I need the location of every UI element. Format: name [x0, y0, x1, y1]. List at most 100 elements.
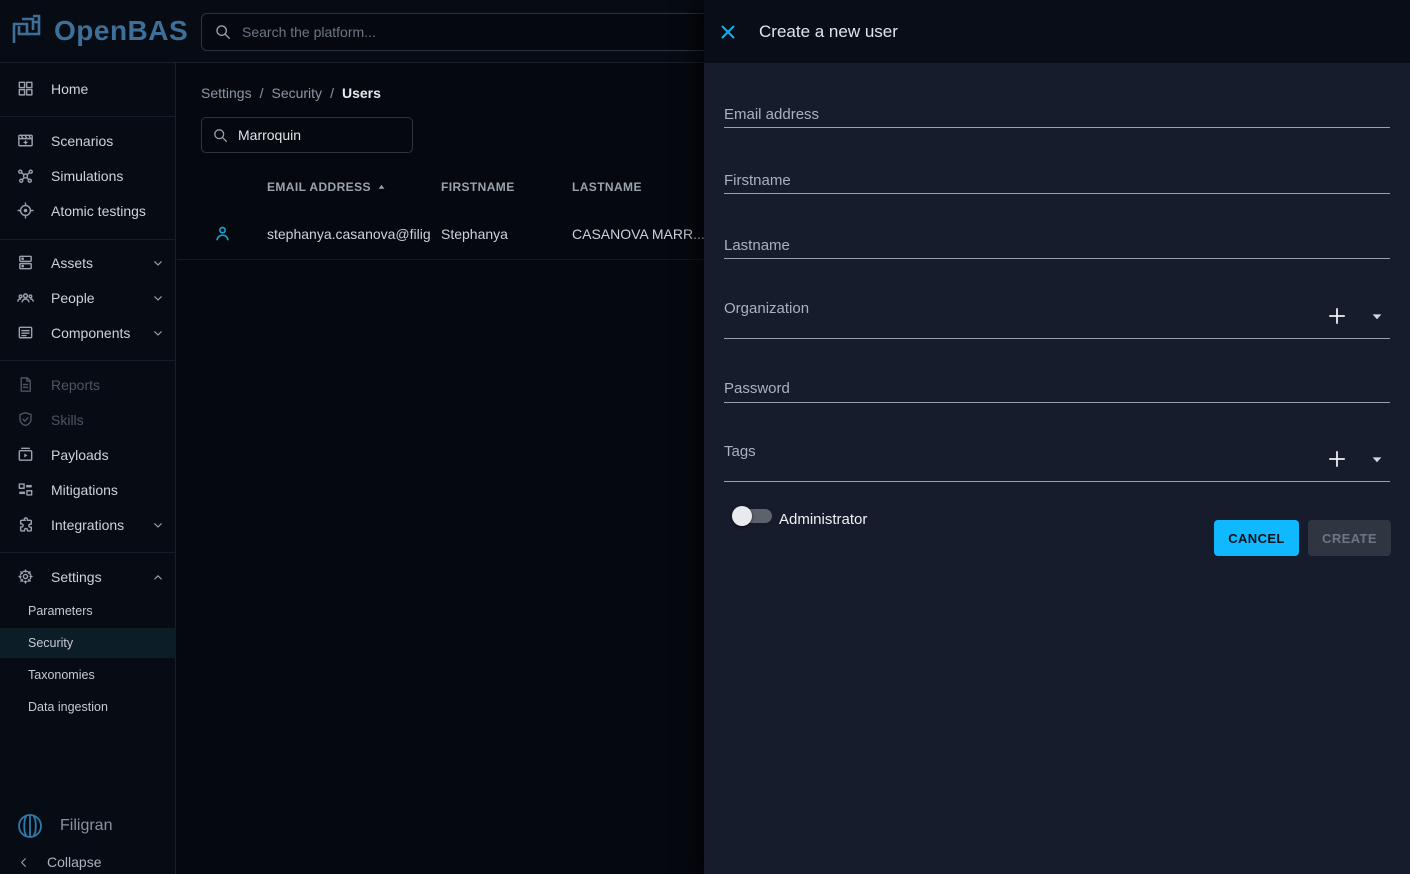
sidebar-item-simulations[interactable]: Simulations	[0, 158, 176, 193]
sidebar-item-atomic-testings[interactable]: Atomic testings	[0, 193, 176, 228]
sidebar-subitem-security[interactable]: Security	[0, 628, 176, 658]
firstname-field-underline	[724, 193, 1390, 194]
chevron-down-icon[interactable]	[150, 517, 166, 533]
feed-icon	[16, 480, 35, 499]
add-icon[interactable]	[1326, 448, 1348, 470]
users-search-input[interactable]	[238, 127, 402, 143]
sidebar-item-people[interactable]: People	[0, 280, 176, 315]
target-icon	[16, 201, 35, 220]
chevron-down-icon[interactable]	[150, 255, 166, 271]
search-icon	[212, 127, 229, 144]
sidebar-divider	[0, 360, 176, 361]
sidebar-item-integrations[interactable]: Integrations	[0, 507, 176, 542]
subitem-label: Parameters	[28, 604, 93, 618]
breadcrumb: Settings / Security / Users	[201, 85, 381, 101]
payload-icon	[16, 445, 35, 464]
dropdown-arrow-icon[interactable]	[1366, 305, 1388, 327]
breadcrumb-users: Users	[342, 85, 381, 101]
lastname-field[interactable]: Lastname	[724, 237, 790, 254]
sidebar-item-label: Mitigations	[51, 482, 118, 498]
drawer-title: Create a new user	[759, 22, 898, 42]
toggle-thumb	[732, 506, 752, 526]
sidebar-subitem-parameters[interactable]: Parameters	[0, 596, 176, 626]
sidebar-item-label: Components	[51, 325, 130, 341]
organization-field[interactable]: Organization	[724, 300, 809, 317]
openbas-app: OpenBAS Home Scenarios S	[0, 0, 1410, 874]
administrator-toggle[interactable]	[738, 509, 772, 523]
sidebar-subitem-data-ingestion[interactable]: Data ingestion	[0, 692, 176, 722]
chevron-down-icon[interactable]	[150, 325, 166, 341]
sidebar-item-home[interactable]: Home	[0, 71, 176, 106]
users-search[interactable]	[201, 117, 413, 153]
tags-field-underline	[724, 481, 1390, 482]
tags-field[interactable]: Tags	[724, 443, 756, 460]
sidebar-item-label: Assets	[51, 255, 93, 271]
sidebar-item-label: Reports	[51, 377, 100, 393]
sidebar-item-label: Skills	[51, 412, 84, 428]
firstname-field[interactable]: Firstname	[724, 172, 791, 189]
close-icon[interactable]	[718, 22, 738, 42]
subitem-label: Security	[28, 636, 73, 650]
create-user-drawer: Create a new user Email address Firstnam…	[704, 0, 1410, 874]
column-header-email[interactable]: EMAIL ADDRESS	[267, 177, 388, 197]
puzzle-icon	[16, 515, 35, 534]
breadcrumb-settings[interactable]: Settings	[201, 85, 252, 101]
search-icon	[214, 23, 232, 41]
chevron-up-icon[interactable]	[150, 569, 166, 585]
tags-field-actions	[1326, 448, 1388, 470]
sidebar-item-components[interactable]: Components	[0, 315, 176, 350]
column-header-firstname[interactable]: FIRSTNAME	[441, 177, 515, 197]
sidebar-item-skills: Skills	[0, 402, 176, 437]
sidebar-item-label: Simulations	[51, 168, 123, 184]
servers-icon	[16, 253, 35, 272]
gear-icon	[16, 567, 35, 586]
organization-field-actions	[1326, 305, 1388, 327]
openbas-logo-icon	[8, 10, 50, 52]
sidebar-item-label: Integrations	[51, 517, 124, 533]
shield-check-icon	[16, 410, 35, 429]
sidebar-item-label: Scenarios	[51, 133, 113, 149]
filigran-link[interactable]: Filigran	[0, 808, 176, 844]
sidebar: Home Scenarios Simulations Atomic testin…	[0, 63, 176, 874]
cell-firstname: Stephanya	[441, 226, 508, 242]
sidebar-item-label: Atomic testings	[51, 203, 146, 219]
administrator-label: Administrator	[779, 511, 867, 528]
lastname-field-underline	[724, 258, 1390, 259]
sidebar-divider	[0, 116, 176, 117]
cell-lastname: CASANOVA MARR...	[572, 226, 705, 242]
breadcrumb-security[interactable]: Security	[271, 85, 322, 101]
create-button[interactable]: CREATE	[1308, 520, 1391, 556]
people-icon	[16, 288, 35, 307]
subitem-label: Data ingestion	[28, 700, 108, 714]
collapse-button[interactable]: Collapse	[0, 846, 176, 874]
email-field[interactable]: Email address	[724, 106, 819, 123]
chevron-down-icon[interactable]	[150, 290, 166, 306]
platform-search[interactable]	[201, 13, 721, 51]
sidebar-item-payloads[interactable]: Payloads	[0, 437, 176, 472]
sidebar-subitem-taxonomies[interactable]: Taxonomies	[0, 660, 176, 690]
newspaper-icon	[16, 323, 35, 342]
sidebar-item-scenarios[interactable]: Scenarios	[0, 123, 176, 158]
sidebar-item-reports: Reports	[0, 367, 176, 402]
column-header-lastname[interactable]: LASTNAME	[572, 177, 642, 197]
organization-field-underline	[724, 338, 1390, 339]
subitem-label: Taxonomies	[28, 668, 95, 682]
sidebar-item-settings[interactable]: Settings	[0, 559, 176, 594]
sort-asc-icon	[375, 181, 388, 194]
platform-search-input[interactable]	[242, 24, 708, 40]
sidebar-item-assets[interactable]: Assets	[0, 245, 176, 280]
hub-icon	[16, 166, 35, 185]
drawer-header: Create a new user	[704, 0, 1410, 63]
email-field-underline	[724, 127, 1390, 128]
breadcrumb-separator: /	[260, 85, 264, 101]
openbas-logo[interactable]: OpenBAS	[8, 8, 188, 54]
dropdown-arrow-icon[interactable]	[1366, 448, 1388, 470]
filigran-label: Filigran	[60, 817, 112, 835]
chevron-left-icon	[16, 855, 31, 870]
password-field[interactable]: Password	[724, 380, 790, 397]
sidebar-item-label: People	[51, 290, 95, 306]
sidebar-item-mitigations[interactable]: Mitigations	[0, 472, 176, 507]
sidebar-item-label: Payloads	[51, 447, 109, 463]
add-icon[interactable]	[1326, 305, 1348, 327]
cancel-button[interactable]: CANCEL	[1214, 520, 1299, 556]
